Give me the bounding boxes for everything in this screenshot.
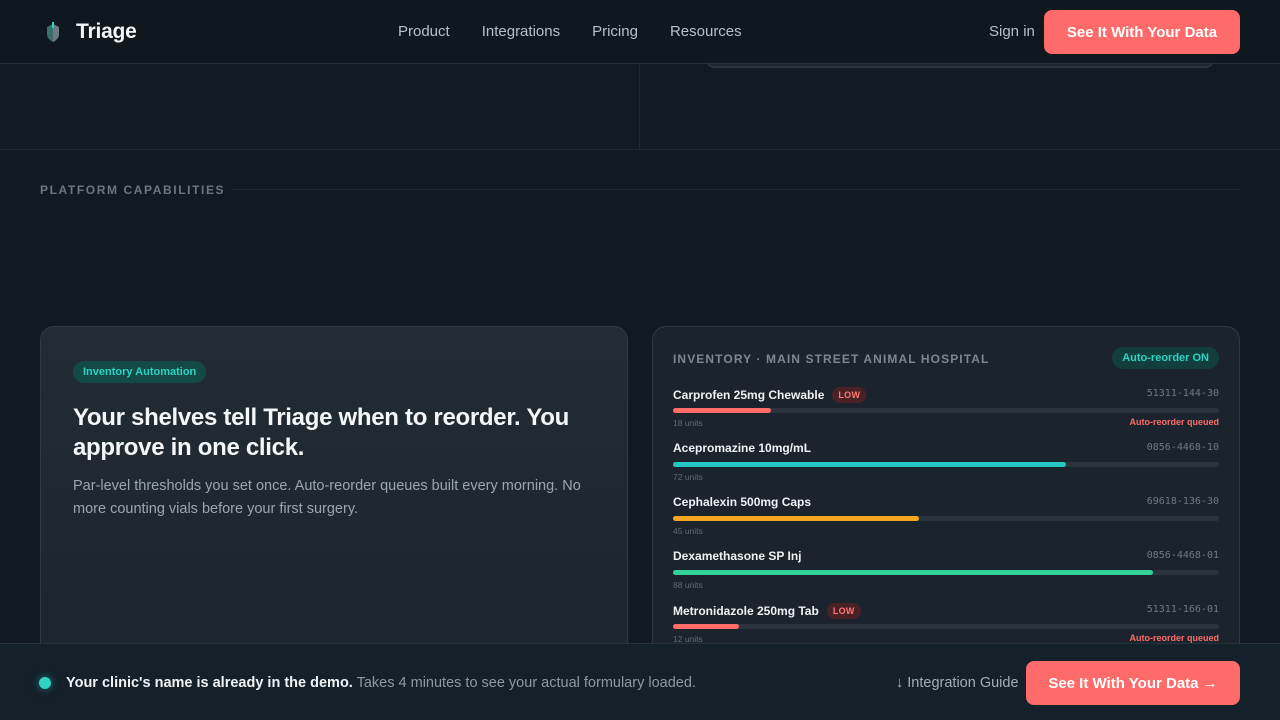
stock-level-bar [673,624,1219,629]
inventory-list: Carprofen 25mg Chewable LOW 51311-144-30… [673,387,1219,657]
live-status-dot [39,677,51,689]
inventory-title: INVENTORY · MAIN STREET ANIMAL HOSPITAL [673,352,990,366]
stock-level-fill [673,462,1067,467]
stock-level-fill [673,570,1154,575]
item-ndc-code: 0856-4468-10 [1146,442,1219,453]
brand-logo[interactable]: Triage [44,20,137,44]
item-units: 72 units [673,472,703,482]
sticky-cta-bar: Your clinic's name is already in the dem… [0,643,1280,720]
section-label: PLATFORM CAPABILITIES [40,183,226,197]
inventory-row[interactable]: Dexamethasone SP Inj 0856-4468-01 88 uni… [673,549,1219,603]
item-units: 45 units [673,526,703,536]
item-units: 88 units [673,580,703,590]
reorder-status: Auto-reorder queued [1129,633,1219,643]
item-ndc-code: 51311-166-01 [1146,604,1219,615]
cta-bar-subtext: Takes 4 minutes to see your actual formu… [356,675,696,691]
inventory-row[interactable]: Acepromazine 10mg/mL 0856-4468-10 72 uni… [673,441,1219,495]
header-cta-button[interactable]: See It With Your Data [1044,10,1240,54]
item-units: 18 units [673,418,703,428]
triage-logo-icon [47,22,59,42]
cta-bar-button[interactable]: See It With Your Data → [1026,661,1240,705]
inventory-row[interactable]: Carprofen 25mg Chewable LOW 51311-144-30… [673,387,1219,441]
integration-guide-link[interactable]: ↓ Integration Guide [896,675,1019,691]
cta-bar-message: Your clinic's name is already in the dem… [66,675,696,691]
item-name: Cephalexin 500mg Caps [673,495,812,509]
item-ndc-code: 51311-144-30 [1146,388,1219,399]
item-name: Dexamethasone SP Inj [673,549,802,563]
column-divider [639,64,640,150]
site-header: Triage Product Integrations Pricing Reso… [0,0,1280,64]
nav-product[interactable]: Product [398,23,450,40]
nav-integrations[interactable]: Integrations [482,23,560,40]
sign-in-link[interactable]: Sign in [989,23,1035,40]
brand-name: Triage [76,20,137,43]
feature-tag: Inventory Automation [73,361,207,383]
inventory-row[interactable]: Cephalexin 500mg Caps 69618-136-30 45 un… [673,495,1219,549]
stock-level-fill [673,408,772,413]
item-name: Metronidazole 250mg Tab [673,604,819,618]
nav-pricing[interactable]: Pricing [592,23,638,40]
feature-description: Par-level thresholds you set once. Auto-… [73,478,581,517]
stock-level-bar [673,462,1219,467]
item-ndc-code: 0856-4468-01 [1146,550,1219,561]
low-stock-badge: LOW [826,603,861,619]
stock-level-bar [673,570,1219,575]
nav-resources[interactable]: Resources [670,23,742,40]
item-name: Acepromazine 10mg/mL [673,441,812,455]
low-stock-badge: LOW [832,387,867,403]
feature-title: Your shelves tell Triage when to reorder… [73,404,569,461]
stock-level-bar [673,516,1219,521]
inventory-panel: INVENTORY · MAIN STREET ANIMAL HOSPITAL … [652,326,1240,666]
section-divider [232,189,1240,190]
stock-level-fill [673,516,919,521]
reorder-status: Auto-reorder queued [1129,417,1219,427]
stock-level-bar [673,408,1219,413]
auto-reorder-badge: Auto-reorder ON [1112,347,1219,369]
main-nav: Product Integrations Pricing Resources [398,23,742,40]
cta-bar-headline: Your clinic's name is already in the dem… [66,675,353,691]
item-ndc-code: 69618-136-30 [1146,496,1219,507]
item-name: Carprofen 25mg Chewable [673,388,825,402]
stock-level-fill [673,624,739,629]
feature-card: Inventory Automation Your shelves tell T… [40,326,628,666]
